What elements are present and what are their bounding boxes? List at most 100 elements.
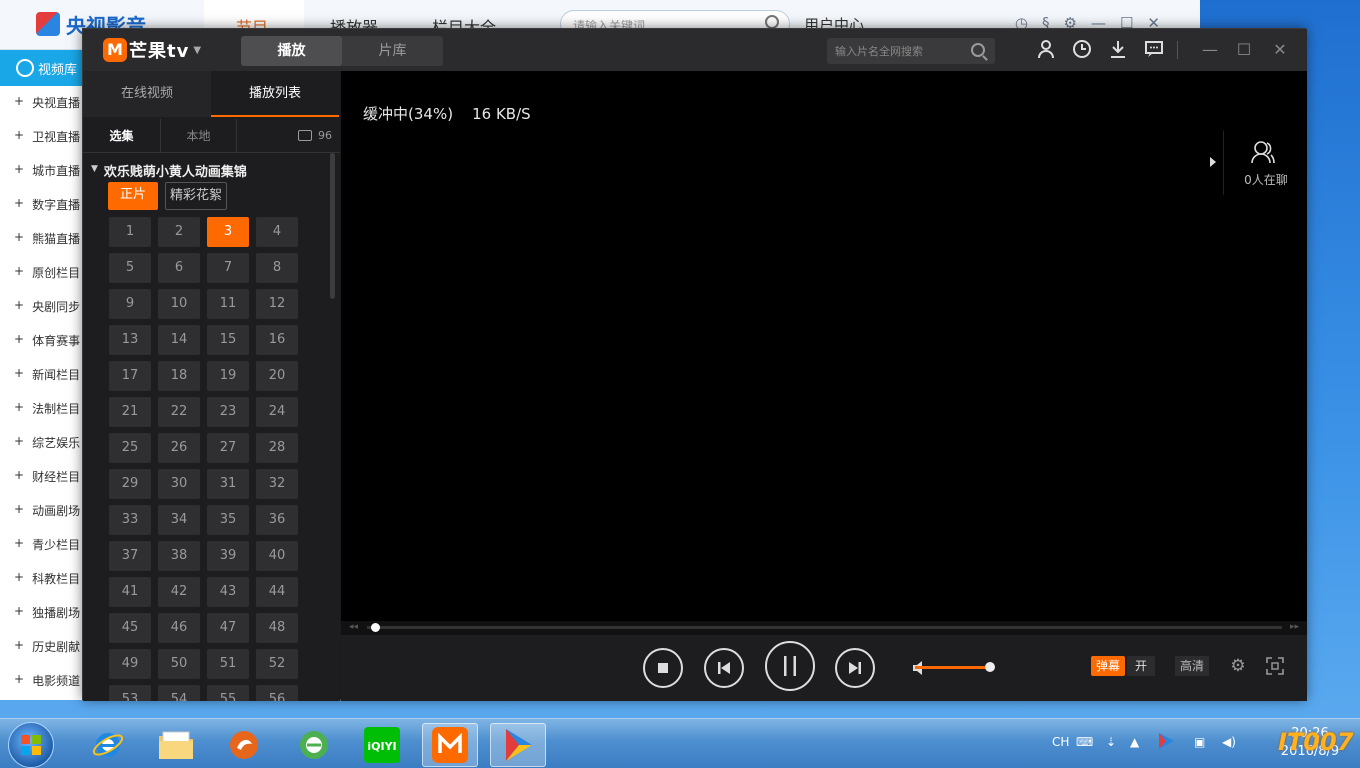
episode-button[interactable]: 34 <box>158 505 200 535</box>
next-button[interactable] <box>835 648 875 688</box>
episode-button[interactable]: 2 <box>158 217 200 247</box>
episode-button[interactable]: 50 <box>158 649 200 679</box>
episode-button[interactable]: 53 <box>109 685 151 701</box>
progress-knob[interactable] <box>370 623 380 632</box>
episode-button[interactable]: 52 <box>256 649 298 679</box>
sidebar-item[interactable]: + 熊猫直播 <box>14 230 80 247</box>
episode-button[interactable]: 33 <box>109 505 151 535</box>
taskbar-iqiyi[interactable]: iQIYI <box>354 723 410 767</box>
episode-button[interactable]: 26 <box>158 433 200 463</box>
episode-button[interactable]: 21 <box>109 397 151 427</box>
episode-button[interactable]: 51 <box>207 649 249 679</box>
subtab-local[interactable]: 本地 <box>161 119 237 152</box>
episode-button[interactable]: 40 <box>256 541 298 571</box>
video-player[interactable]: 缓冲中(34%) 16 KB/S 0人在聊 <box>341 71 1307 621</box>
speaker-icon[interactable]: ◀) <box>1222 735 1236 749</box>
history-icon[interactable] <box>1071 39 1093 61</box>
episode-button[interactable]: 25 <box>109 433 151 463</box>
episode-button[interactable]: 7 <box>207 253 249 283</box>
sidebar-item[interactable]: + 历史剧献 <box>14 638 80 655</box>
maximize-icon[interactable]: ☐ <box>1233 39 1255 61</box>
taskbar-file-explorer[interactable] <box>148 723 204 767</box>
sidebar-item[interactable]: + 原创栏目 <box>14 264 80 281</box>
progress-track[interactable] <box>367 626 1282 629</box>
sidebar-item[interactable]: + 独播剧场 <box>14 604 80 621</box>
episode-button[interactable]: 24 <box>256 397 298 427</box>
episode-button[interactable]: 8 <box>256 253 298 283</box>
close-icon[interactable]: ✕ <box>1269 39 1291 61</box>
user-icon[interactable] <box>1035 39 1057 61</box>
episode-button[interactable]: 42 <box>158 577 200 607</box>
episode-button[interactable]: 15 <box>207 325 249 355</box>
danmaku-label[interactable]: 弹幕 <box>1091 656 1125 676</box>
episode-button[interactable]: 27 <box>207 433 249 463</box>
sidebar-item[interactable]: + 青少栏目 <box>14 536 80 553</box>
sidebar-item[interactable]: + 数字直播 <box>14 196 80 213</box>
episode-button[interactable]: 29 <box>109 469 151 499</box>
mango-tv-window[interactable]: M 芒果tv ▼ 播放 片库 输入片名全网搜索 — ☐ ✕ 在线视频 播放列表 … <box>82 28 1307 701</box>
sidebar-item[interactable]: + 新闻栏目 <box>14 366 80 383</box>
taskbar-cctv-player[interactable] <box>490 723 546 767</box>
network-icon[interactable]: ▣ <box>1194 735 1205 749</box>
episode-button[interactable]: 9 <box>109 289 151 319</box>
episode-button[interactable]: 41 <box>109 577 151 607</box>
episode-button[interactable]: 55 <box>207 685 249 701</box>
sidebar-item[interactable]: + 动画剧场 <box>14 502 80 519</box>
episode-button[interactable]: 56 <box>256 685 298 701</box>
episode-button[interactable]: 3 <box>207 217 249 247</box>
cctv-tray-icon[interactable] <box>1156 731 1176 754</box>
mango-search-input[interactable]: 输入片名全网搜索 <box>827 38 995 64</box>
volume-knob[interactable] <box>985 662 995 672</box>
episode-button[interactable]: 20 <box>256 361 298 391</box>
subtab-episodes[interactable]: 选集 <box>83 119 161 152</box>
mango-logo[interactable]: M 芒果tv ▼ <box>103 37 201 63</box>
episode-button[interactable]: 46 <box>158 613 200 643</box>
episode-button[interactable]: 48 <box>256 613 298 643</box>
quality-selector[interactable]: 高清 <box>1175 656 1209 676</box>
sidebar-item[interactable]: + 电影频道 <box>14 672 80 689</box>
episode-button[interactable]: 49 <box>109 649 151 679</box>
episode-button[interactable]: 11 <box>207 289 249 319</box>
episode-button[interactable]: 22 <box>158 397 200 427</box>
language-indicator[interactable]: CH <box>1052 735 1069 749</box>
episode-button[interactable]: 12 <box>256 289 298 319</box>
sidebar-item[interactable]: + 卫视直播 <box>14 128 80 145</box>
episode-button[interactable]: 1 <box>109 217 151 247</box>
taskbar-media-player[interactable] <box>216 723 272 767</box>
expand-arrow-icon[interactable] <box>1210 157 1216 167</box>
episode-button[interactable]: 47 <box>207 613 249 643</box>
message-icon[interactable] <box>1143 39 1165 61</box>
sidebar-item[interactable]: + 央剧同步 <box>14 298 80 315</box>
playlist-group-title[interactable]: ▼ 欢乐贱萌小黄人动画集锦 <box>91 161 247 180</box>
progress-bar[interactable]: ◂◂ ▸▸ <box>341 621 1307 635</box>
keyboard-icon[interactable]: ⌨ <box>1076 735 1093 749</box>
episode-button[interactable]: 16 <box>256 325 298 355</box>
tab-online-video[interactable]: 在线视频 <box>83 71 211 117</box>
chip-highlights[interactable]: 精彩花絮 <box>165 182 227 210</box>
sidebar-item[interactable]: + 体育赛事 <box>14 332 80 349</box>
settings-icon[interactable]: ⚙ <box>1229 657 1247 675</box>
pause-button[interactable] <box>765 641 815 691</box>
sidebar-item[interactable]: + 法制栏目 <box>14 400 80 417</box>
tab-play[interactable]: 播放 <box>241 36 342 66</box>
episode-button[interactable]: 45 <box>109 613 151 643</box>
search-icon[interactable] <box>971 43 985 57</box>
episode-button[interactable]: 54 <box>158 685 200 701</box>
episode-button[interactable]: 23 <box>207 397 249 427</box>
episode-button[interactable]: 43 <box>207 577 249 607</box>
episode-button[interactable]: 31 <box>207 469 249 499</box>
sidebar-header-video-library[interactable]: 视频库 <box>0 50 84 86</box>
previous-button[interactable] <box>704 648 744 688</box>
episode-button[interactable]: 10 <box>158 289 200 319</box>
collapse-triangle-icon[interactable]: ▼ <box>91 161 98 180</box>
danmaku-toggle[interactable]: 开 <box>1127 656 1155 676</box>
show-hidden-icons[interactable]: ▲ <box>1130 735 1139 749</box>
episode-button[interactable]: 14 <box>158 325 200 355</box>
taskbar-mango-tv[interactable] <box>422 723 478 767</box>
search-icon[interactable] <box>765 15 779 29</box>
taskbar-360-browser[interactable] <box>286 723 342 767</box>
episode-button[interactable]: 28 <box>256 433 298 463</box>
episode-button[interactable]: 5 <box>109 253 151 283</box>
episode-button[interactable]: 38 <box>158 541 200 571</box>
rewind-icon[interactable]: ◂◂ <box>349 622 358 632</box>
